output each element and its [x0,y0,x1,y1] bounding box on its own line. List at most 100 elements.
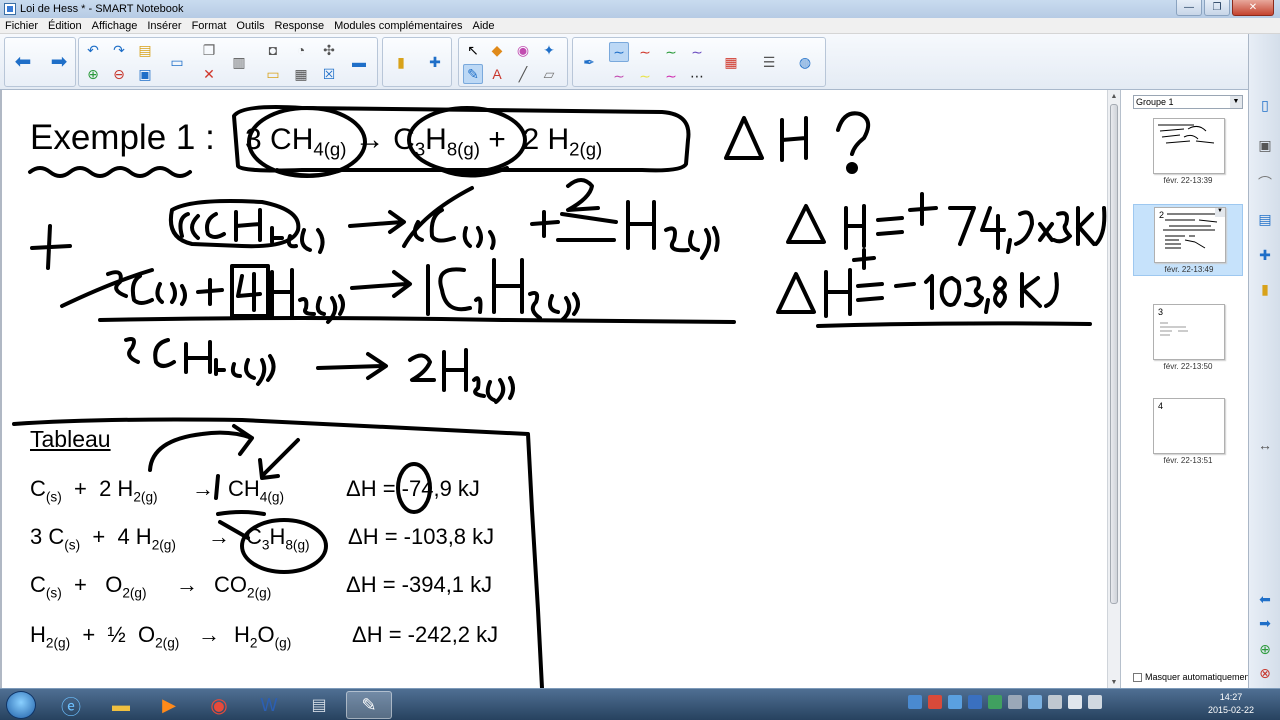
devices-icon[interactable]: ▤ [296,691,342,719]
tray-network-icon[interactable] [908,695,922,709]
add-page-side-icon[interactable]: ⊕ [1254,638,1276,660]
tray-keyboard-icon[interactable] [1008,695,1022,709]
media-player-icon[interactable]: ▶ [146,691,192,719]
thumbnail-menu-icon[interactable]: ▼ [1215,208,1225,217]
page-thumbnail-3[interactable]: 3 févr. 22-13:50 [1133,302,1243,374]
pen-style-green[interactable]: ∼ [661,42,681,62]
text-tool-icon[interactable]: A [487,64,507,84]
menu-response[interactable]: Response [270,20,330,32]
pen-style-red[interactable]: ∼ [635,42,655,62]
gallery-tab-icon[interactable]: ▣ [1254,134,1276,156]
menu-inserer[interactable]: Insérer [142,20,186,32]
properties-tab-icon[interactable]: ▤ [1254,208,1276,230]
close-x-icon[interactable]: ☒ [319,64,339,84]
close-button[interactable]: ✕ [1232,0,1274,16]
add-page-icon[interactable]: ⊕ [83,64,103,84]
screen-share-icon[interactable]: ▭ [167,52,187,72]
next-page-side-icon[interactable]: ➡ [1254,612,1276,634]
hide-automatically-checkbox[interactable]: Masquer automatiquement [1133,672,1252,682]
menu-modules[interactable]: Modules complémentaires [329,20,467,32]
menu-aide[interactable]: Aide [467,20,499,32]
vertical-scrollbar[interactable]: ▲ ▼ [1107,90,1120,688]
pen-icon[interactable]: ✒ [579,52,599,72]
tray-volume-icon[interactable] [1088,695,1102,709]
tray-update-icon[interactable] [948,695,962,709]
clicker-icon[interactable]: ▮ [391,52,411,72]
pen-style-pink[interactable]: ∼ [609,66,629,86]
line-tool-icon[interactable]: ╱ [513,64,533,84]
paste-icon[interactable]: ❐ [199,40,219,60]
addons-tab-icon[interactable]: ✚ [1254,244,1276,266]
next-page-icon[interactable]: ➡ [49,52,69,72]
scroll-up-arrow-icon[interactable]: ▲ [1108,90,1120,102]
delete-icon[interactable]: ✕ [199,64,219,84]
menu-fichier[interactable]: Fichier [0,20,43,32]
insert-media-icon[interactable]: ◔ [291,40,311,60]
tray-flag-icon[interactable] [1048,695,1062,709]
scroll-down-arrow-icon[interactable]: ▼ [1108,676,1120,688]
magic-pen-icon[interactable]: ✦ [539,40,559,60]
document-camera-icon[interactable]: ▬ [349,52,369,72]
table-icon[interactable]: ▦ [291,64,311,84]
internet-explorer-icon[interactable]: ⓔ [48,691,94,719]
undo-icon[interactable]: ↶ [83,40,103,60]
tray-smart-icon[interactable] [988,695,1002,709]
properties-icon[interactable]: ◍ [795,52,815,72]
extensions-icon[interactable]: ✣ [319,40,339,60]
pen-style-dashed[interactable]: ⋯ [687,66,707,86]
chevron-down-icon[interactable]: ▼ [1230,96,1242,108]
screen-shade-icon[interactable]: ▥ [229,52,249,72]
fill-icon[interactable]: ◉ [513,40,533,60]
start-button[interactable] [6,691,36,719]
camera-icon[interactable]: ◘ [263,40,283,60]
select-arrow-icon[interactable]: ↖ [463,40,483,60]
menu-outils[interactable]: Outils [231,20,269,32]
previous-page-icon[interactable]: ⬅ [13,52,33,72]
file-explorer-icon[interactable]: ▬ [98,691,144,719]
maximize-button[interactable]: ❐ [1204,0,1230,16]
page-thumbnail-1[interactable]: févr. 22-13:39 [1133,116,1243,188]
table-row: C(s) + O2(g) [30,572,147,601]
page-thumbnail-4[interactable]: 4 févr. 22-13:51 [1133,396,1243,468]
delete-page-icon[interactable]: ⊖ [109,64,129,84]
open-file-icon[interactable]: ▤ [135,40,155,60]
resize-handle-icon[interactable]: ↔ [1254,434,1276,456]
page-thumbnail-2[interactable]: 2 ▼ févr. 22-13:49 [1133,204,1243,276]
thumbnail-number: 4 [1158,401,1164,411]
tray-display-icon[interactable] [1028,695,1042,709]
pen-style-yellow[interactable]: ∼ [635,66,655,86]
previous-page-side-icon[interactable]: ⬅ [1254,588,1276,610]
redo-icon[interactable]: ↷ [109,40,129,60]
group-select[interactable]: Groupe 1 ▼ [1133,95,1243,109]
delete-page-side-icon[interactable]: ⊗ [1254,662,1276,684]
ink-arrow-1 [348,210,406,234]
tray-signal-icon[interactable] [1068,695,1082,709]
word-icon[interactable]: W [246,691,292,719]
response-tab-icon[interactable]: ▮ [1254,278,1276,300]
full-screen-icon[interactable]: ▭ [263,64,283,84]
pen-tool-icon[interactable]: ✎ [463,64,483,84]
page-sorter-tab-icon[interactable]: ▯ [1254,94,1276,116]
menu-edition[interactable]: Édition [43,20,87,32]
attachments-tab-icon[interactable]: ⌒ [1254,172,1276,194]
color-palette-icon[interactable]: ▦ [721,52,741,72]
pen-style-magenta[interactable]: ∼ [661,66,681,86]
menu-affichage[interactable]: Affichage [87,20,143,32]
save-icon[interactable]: ▣ [135,64,155,84]
tray-security-icon[interactable] [928,695,942,709]
notebook-page[interactable]: Exemple 1 : 3 CH4(g) → C3H8(g) + 2 H2(g)… [0,90,1107,688]
pen-style-blue[interactable]: ∼ [609,42,629,62]
chrome-icon[interactable]: ◉ [196,691,242,719]
scroll-thumb[interactable] [1110,104,1118,604]
line-style-icon[interactable]: ☰ [759,52,779,72]
minimize-button[interactable]: — [1176,0,1202,16]
puzzle-icon[interactable]: ✚ [425,52,445,72]
checkbox[interactable] [1133,672,1142,682]
eraser-icon[interactable]: ▱ [539,64,559,84]
menu-format[interactable]: Format [187,20,232,32]
tray-bluetooth-icon[interactable] [968,695,982,709]
clock[interactable]: 14:27 2015-02-22 [1196,691,1266,717]
smart-notebook-taskbar-icon[interactable]: ✎ [346,691,392,719]
shapes-icon[interactable]: ◆ [487,40,507,60]
pen-style-purple[interactable]: ∼ [687,42,707,62]
